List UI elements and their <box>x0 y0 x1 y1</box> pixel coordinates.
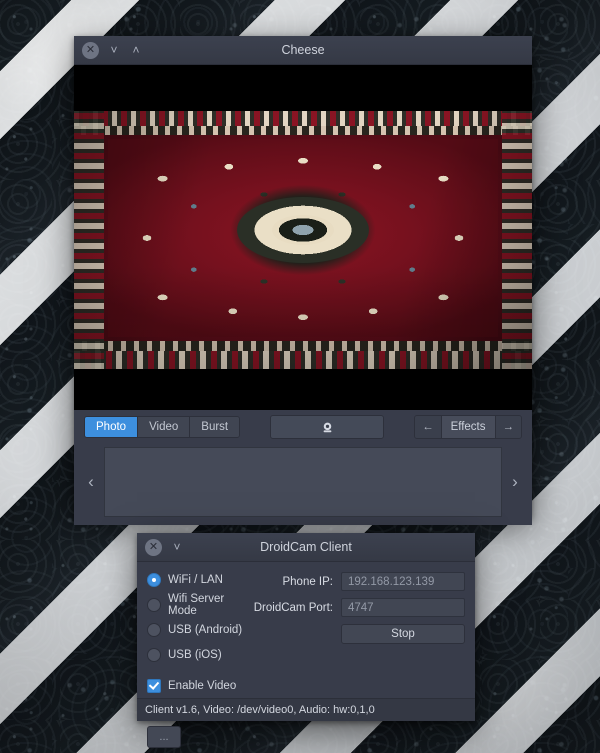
phone-ip-input[interactable] <box>341 572 465 591</box>
cheese-toolbar: Photo Video Burst ← Effects → <box>74 410 532 444</box>
capture-mode-selector: Photo Video Burst <box>84 416 241 438</box>
action-row: Stop <box>254 624 465 644</box>
droidcam-port-input[interactable] <box>341 598 465 617</box>
mode-burst-button[interactable]: Burst <box>190 417 240 437</box>
desktop: ✕ ˅ ˄ Cheese Photo Video Burst ← Effects… <box>0 0 600 753</box>
cheese-window-controls: ✕ ˅ ˄ <box>82 41 143 59</box>
chevron-right-icon[interactable]: › <box>502 472 528 492</box>
radio-button-icon[interactable] <box>147 597 161 612</box>
carpet-image <box>74 111 532 369</box>
more-options-button[interactable]: ... <box>147 726 181 748</box>
droidcam-body: WiFi / LAN Wifi Server Mode USB (Android… <box>137 562 475 748</box>
connection-mode-label: USB (iOS) <box>168 648 222 661</box>
stop-button[interactable]: Stop <box>341 624 465 644</box>
gallery-thumbnail-strip[interactable] <box>104 446 502 517</box>
connection-mode-wifi-server[interactable]: Wifi Server Mode <box>147 592 254 617</box>
webcam-icon <box>323 422 331 432</box>
connection-mode-wifi-lan[interactable]: WiFi / LAN <box>147 570 254 589</box>
arrow-left-icon[interactable]: ← <box>415 416 442 438</box>
effects-navigation: ← Effects → <box>414 415 523 439</box>
chevron-down-icon[interactable]: ˅ <box>170 541 184 553</box>
connection-mode-label: WiFi / LAN <box>168 573 223 586</box>
mode-photo-button[interactable]: Photo <box>85 417 139 437</box>
radio-button-icon[interactable] <box>147 572 161 587</box>
carpet-shading <box>74 111 532 369</box>
radio-button-icon[interactable] <box>147 622 161 637</box>
radio-button-icon[interactable] <box>147 647 161 662</box>
cheese-window: ✕ ˅ ˄ Cheese Photo Video Burst ← Effects… <box>74 36 532 525</box>
chevron-left-icon[interactable]: ‹ <box>78 472 104 492</box>
connection-mode-usb-android[interactable]: USB (Android) <box>147 620 254 639</box>
enable-video-label: Enable Video <box>168 679 237 692</box>
droidcam-window-controls: ✕ ˅ <box>145 538 184 556</box>
arrow-right-icon[interactable]: → <box>495 416 522 438</box>
connection-mode-usb-ios[interactable]: USB (iOS) <box>147 645 254 664</box>
droidcam-port-row: DroidCam Port: <box>254 598 465 617</box>
close-circle-icon[interactable]: ✕ <box>145 538 162 556</box>
take-photo-button[interactable] <box>270 415 385 439</box>
close-circle-icon[interactable]: ✕ <box>82 41 99 59</box>
enable-video-checkbox-row[interactable]: Enable Video <box>147 676 254 695</box>
effects-button[interactable]: Effects <box>441 416 496 438</box>
cheese-titlebar[interactable]: ✕ ˅ ˄ Cheese <box>74 36 532 65</box>
chevron-up-icon[interactable]: ˄ <box>129 44 143 56</box>
phone-ip-row: Phone IP: <box>254 572 465 591</box>
chevron-down-icon[interactable]: ˅ <box>107 44 121 56</box>
droidcam-settings-panel: Phone IP: DroidCam Port: Stop <box>254 570 465 708</box>
phone-ip-label: Phone IP: <box>282 575 333 588</box>
droidcam-status-bar: Client v1.6, Video: /dev/video0, Audio: … <box>137 698 475 721</box>
droidcam-window-title: DroidCam Client <box>260 540 352 554</box>
droidcam-titlebar[interactable]: ✕ ˅ DroidCam Client <box>137 533 475 562</box>
mode-video-button[interactable]: Video <box>138 417 191 437</box>
connection-mode-label: USB (Android) <box>168 623 243 636</box>
cheese-gallery: ‹ › <box>74 444 532 525</box>
droidcam-window: ✕ ˅ DroidCam Client WiFi / LAN Wifi Serv… <box>137 533 475 748</box>
checkbox-icon[interactable] <box>147 678 161 693</box>
connection-mode-group: WiFi / LAN Wifi Server Mode USB (Android… <box>147 570 254 748</box>
droidcam-port-label: DroidCam Port: <box>253 601 333 614</box>
connection-mode-label: Wifi Server Mode <box>168 592 225 617</box>
status-text: Client v1.6, Video: /dev/video0, Audio: … <box>145 704 375 716</box>
cheese-video-preview <box>74 65 532 410</box>
